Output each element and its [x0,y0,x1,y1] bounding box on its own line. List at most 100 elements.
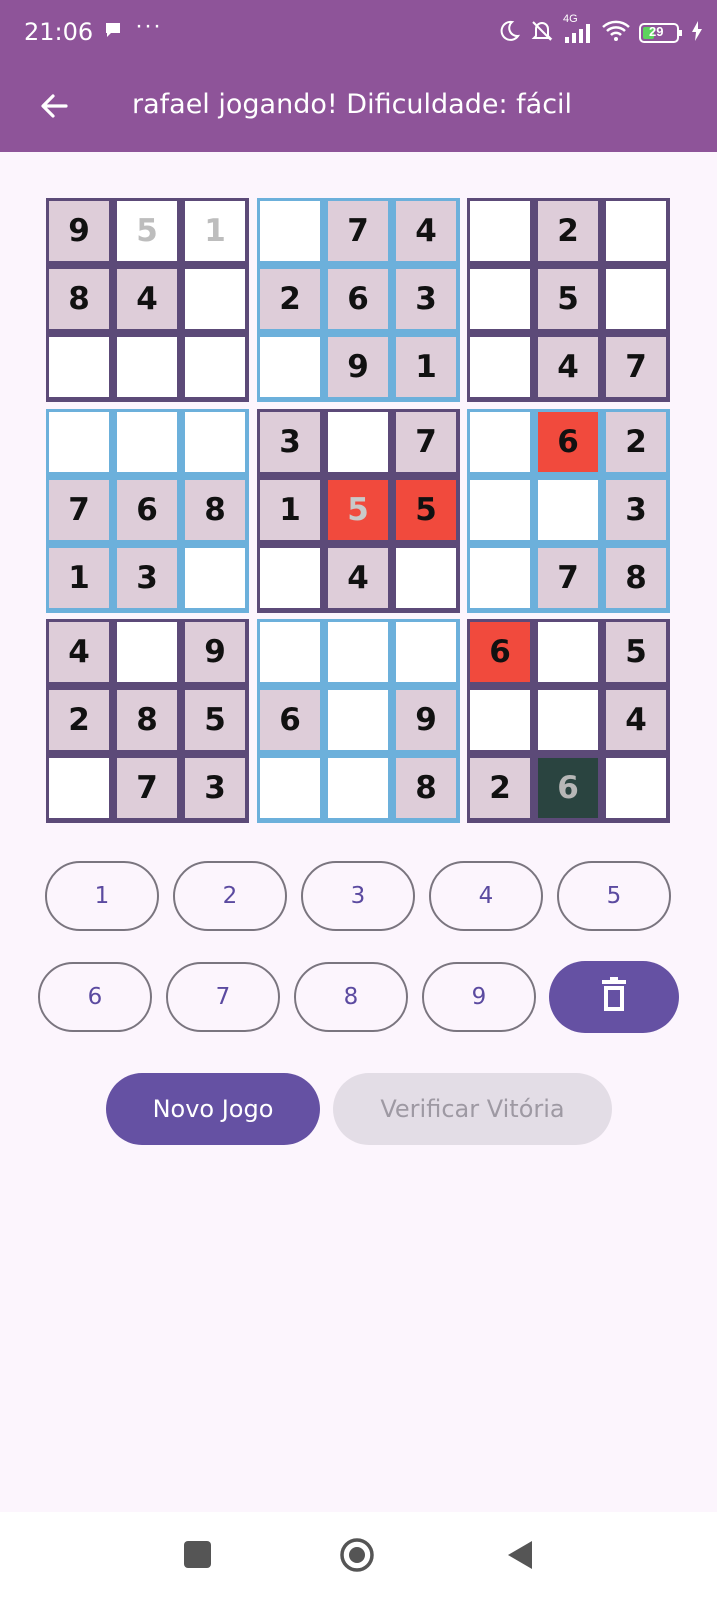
sudoku-cell-r9c6[interactable]: 8 [396,758,456,818]
wifi-icon [601,19,631,48]
sudoku-cell-r8c6[interactable]: 9 [396,690,456,750]
back-arrow-icon[interactable] [34,86,74,126]
sudoku-cell-r3c5[interactable]: 9 [328,337,388,397]
sudoku-cell-r3c7[interactable] [470,337,530,397]
sudoku-cell-r4c6[interactable]: 7 [396,412,456,472]
sudoku-cell-r6c6[interactable] [396,548,456,608]
sudoku-cell-r5c7[interactable] [470,480,530,540]
number-button-4[interactable]: 4 [429,861,543,931]
sudoku-cell-r6c1[interactable]: 1 [49,548,109,608]
sudoku-cell-r2c5[interactable]: 6 [328,269,388,329]
sudoku-cell-r4c8[interactable]: 6 [538,412,598,472]
number-button-5[interactable]: 5 [557,861,671,931]
sudoku-cell-r3c4[interactable] [260,337,320,397]
sudoku-cell-r4c3[interactable] [185,412,245,472]
sudoku-cell-r4c2[interactable] [117,412,177,472]
sudoku-cell-r7c1[interactable]: 4 [49,622,109,682]
sudoku-cell-r7c7[interactable]: 6 [470,622,530,682]
sudoku-cell-r7c3[interactable]: 9 [185,622,245,682]
number-button-6[interactable]: 6 [38,962,152,1032]
sudoku-cell-r1c9[interactable] [606,201,666,261]
sudoku-cell-r4c5[interactable] [328,412,388,472]
sudoku-cell-r3c1[interactable] [49,337,109,397]
sudoku-cell-r5c3[interactable]: 8 [185,480,245,540]
sudoku-cell-r9c3[interactable]: 3 [185,758,245,818]
sudoku-cell-r6c4[interactable] [260,548,320,608]
sudoku-cell-r2c9[interactable] [606,269,666,329]
back-triangle-icon[interactable] [505,1539,535,1571]
sudoku-cell-r5c8[interactable] [538,480,598,540]
sudoku-cell-r3c6[interactable]: 1 [396,337,456,397]
sudoku-cell-r1c2[interactable]: 5 [117,201,177,261]
sudoku-cell-r5c4[interactable]: 1 [260,480,320,540]
sudoku-cell-r5c6[interactable]: 5 [396,480,456,540]
sudoku-cell-r2c8[interactable]: 5 [538,269,598,329]
sudoku-cell-r6c2[interactable]: 3 [117,548,177,608]
sudoku-cell-r2c2[interactable]: 4 [117,269,177,329]
sudoku-cell-r6c9[interactable]: 8 [606,548,666,608]
sudoku-cell-r5c9[interactable]: 3 [606,480,666,540]
sudoku-cell-r9c8[interactable]: 6 [538,758,598,818]
status-icons: 4G 29 [497,13,703,48]
sudoku-cell-r6c5[interactable]: 4 [328,548,388,608]
sudoku-cell-r8c7[interactable] [470,690,530,750]
sudoku-cell-r1c7[interactable] [470,201,530,261]
sudoku-cell-r8c3[interactable]: 5 [185,690,245,750]
sudoku-cell-r2c7[interactable] [470,269,530,329]
sudoku-cell-r8c8[interactable] [538,690,598,750]
sudoku-cell-r9c7[interactable]: 2 [470,758,530,818]
sudoku-cell-r1c5[interactable]: 7 [328,201,388,261]
verify-victory-button[interactable]: Verificar Vitória [333,1073,612,1145]
sudoku-cell-r4c7[interactable] [470,412,530,472]
sudoku-cell-r9c4[interactable] [260,758,320,818]
sudoku-cell-r8c4[interactable]: 6 [260,690,320,750]
sudoku-cell-r9c9[interactable] [606,758,666,818]
sudoku-cell-r9c2[interactable]: 7 [117,758,177,818]
sudoku-cell-r5c2[interactable]: 6 [117,480,177,540]
sudoku-cell-r3c8[interactable]: 4 [538,337,598,397]
number-button-3[interactable]: 3 [301,861,415,931]
new-game-button[interactable]: Novo Jogo [106,1073,320,1145]
sudoku-cell-r4c4[interactable]: 3 [260,412,320,472]
number-button-7[interactable]: 7 [166,962,280,1032]
number-button-1[interactable]: 1 [45,861,159,931]
sudoku-cell-r1c1[interactable]: 9 [49,201,109,261]
sudoku-cell-r2c1[interactable]: 8 [49,269,109,329]
sudoku-cell-r6c8[interactable]: 7 [538,548,598,608]
sudoku-cell-r1c8[interactable]: 2 [538,201,598,261]
sudoku-cell-r9c1[interactable] [49,758,109,818]
sudoku-cell-r7c2[interactable] [117,622,177,682]
sudoku-cell-r1c6[interactable]: 4 [396,201,456,261]
number-button-9[interactable]: 9 [422,962,536,1032]
sudoku-cell-r2c3[interactable] [185,269,245,329]
sudoku-cell-r6c7[interactable] [470,548,530,608]
sudoku-cell-r7c8[interactable] [538,622,598,682]
sudoku-cell-r7c5[interactable] [328,622,388,682]
home-icon[interactable] [339,1537,375,1573]
sudoku-cell-r8c2[interactable]: 8 [117,690,177,750]
battery-icon: 29 [639,22,683,44]
sudoku-cell-r5c5[interactable]: 5 [328,480,388,540]
number-button-8[interactable]: 8 [294,962,408,1032]
sudoku-cell-r3c3[interactable] [185,337,245,397]
sudoku-cell-r3c2[interactable] [117,337,177,397]
sudoku-cell-r5c1[interactable]: 7 [49,480,109,540]
sudoku-cell-r6c3[interactable] [185,548,245,608]
sudoku-cell-r2c4[interactable]: 2 [260,269,320,329]
sudoku-cell-r4c1[interactable] [49,412,109,472]
sudoku-cell-r8c5[interactable] [328,690,388,750]
sudoku-cell-r7c6[interactable] [396,622,456,682]
sudoku-cell-r4c9[interactable]: 2 [606,412,666,472]
sudoku-cell-r8c1[interactable]: 2 [49,690,109,750]
sudoku-cell-r8c9[interactable]: 4 [606,690,666,750]
sudoku-cell-r1c3[interactable]: 1 [185,201,245,261]
number-button-2[interactable]: 2 [173,861,287,931]
delete-button[interactable] [549,961,679,1033]
sudoku-cell-r3c9[interactable]: 7 [606,337,666,397]
sudoku-cell-r1c4[interactable] [260,201,320,261]
sudoku-cell-r9c5[interactable] [328,758,388,818]
recent-apps-icon[interactable] [184,1541,211,1568]
sudoku-cell-r2c6[interactable]: 3 [396,269,456,329]
sudoku-cell-r7c9[interactable]: 5 [606,622,666,682]
sudoku-cell-r7c4[interactable] [260,622,320,682]
